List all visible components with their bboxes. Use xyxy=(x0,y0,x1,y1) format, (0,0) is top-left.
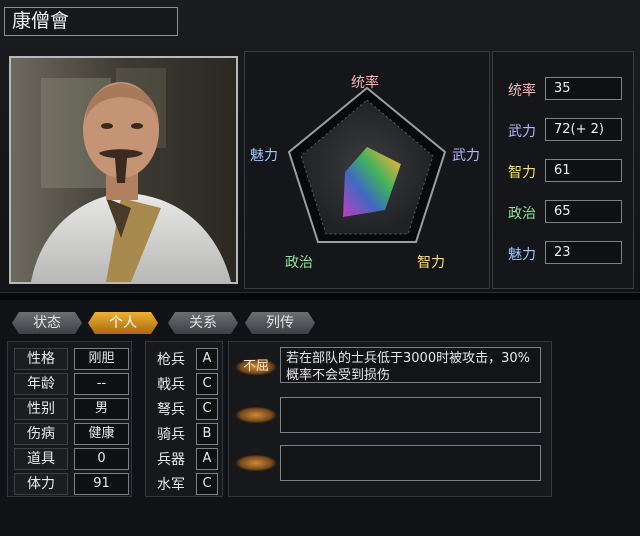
attr-key-items: 道具 xyxy=(14,448,68,470)
radar-label-politics: 政治 xyxy=(285,255,313,271)
stat-row-intelligence: 智力 61 xyxy=(493,159,633,183)
stat-row-war: 武力 72(+ 2) xyxy=(493,118,633,142)
radar-label-intelligence: 智力 xyxy=(417,255,445,271)
general-portrait xyxy=(9,56,238,284)
stat-row-charm: 魅力 23 xyxy=(493,241,633,265)
troop-grade-siege: A xyxy=(196,448,218,470)
attr-key-injury: 伤病 xyxy=(14,423,68,445)
attr-row: 性别 男 xyxy=(14,398,132,420)
skill-description-1: 若在部队的士兵低于3000时被攻击，30%概率不会受到损伤 xyxy=(280,347,541,383)
attr-key-gender: 性别 xyxy=(14,398,68,420)
troop-type-siege: 兵器 xyxy=(157,452,185,468)
stats-panel: 统率 35 武力 72(+ 2) 智力 61 政治 65 魅力 23 xyxy=(492,51,634,289)
stat-value-leadership: 35 xyxy=(545,77,622,100)
troop-grade-cavalry: B xyxy=(196,423,218,445)
general-name: 康僧會 xyxy=(4,7,178,36)
troop-type-navy: 水军 xyxy=(157,477,185,493)
troop-row: 戟兵 C xyxy=(151,373,221,395)
portrait-image xyxy=(11,58,236,282)
attr-row: 体力 91 xyxy=(14,473,132,495)
stat-value-intelligence: 61 xyxy=(545,159,622,182)
skill-badge-1[interactable]: 不屈 xyxy=(236,359,276,375)
attr-value-stamina: 91 xyxy=(74,473,129,495)
tab-biography[interactable]: 列传 xyxy=(245,312,315,334)
troop-type-halberd: 戟兵 xyxy=(157,377,185,393)
radar-label-leadership: 统率 xyxy=(351,75,379,91)
tab-status[interactable]: 状态 xyxy=(12,312,82,334)
troop-type-cavalry: 骑兵 xyxy=(157,427,185,443)
personal-attributes-panel: 性格 刚胆 年龄 -- 性别 男 伤病 健康 道具 0 体力 91 xyxy=(7,341,132,497)
attr-value-gender: 男 xyxy=(74,398,129,420)
skill-description-2 xyxy=(280,397,541,433)
troop-aptitude-panel: 枪兵 A 戟兵 C 弩兵 C 骑兵 B 兵器 A 水军 C xyxy=(145,341,223,497)
stat-label-leadership: 统率 xyxy=(508,83,536,99)
troop-type-crossbow: 弩兵 xyxy=(157,402,185,418)
stat-label-charm: 魅力 xyxy=(508,247,536,263)
skills-panel: 不屈 若在部队的士兵低于3000时被攻击，30%概率不会受到损伤 xyxy=(228,341,552,497)
stat-label-politics: 政治 xyxy=(508,206,536,222)
tab-personal[interactable]: 个人 xyxy=(88,312,158,334)
radar-label-charm: 魅力 xyxy=(250,148,278,164)
radar-label-war: 武力 xyxy=(452,148,480,164)
skill-badge-2[interactable] xyxy=(236,407,276,423)
stat-value-war: 72(+ 2) xyxy=(545,118,622,141)
attr-value-items: 0 xyxy=(74,448,129,470)
attr-key-stamina: 体力 xyxy=(14,473,68,495)
stat-row-leadership: 统率 35 xyxy=(493,77,633,101)
troop-type-spear: 枪兵 xyxy=(157,352,185,368)
attr-row: 年龄 -- xyxy=(14,373,132,395)
attr-key-personality: 性格 xyxy=(14,348,68,370)
stat-value-charm: 23 xyxy=(545,241,622,264)
tab-relations[interactable]: 关系 xyxy=(168,312,238,334)
stat-row-politics: 政治 65 xyxy=(493,200,633,224)
troop-grade-crossbow: C xyxy=(196,398,218,420)
stat-value-politics: 65 xyxy=(545,200,622,223)
troop-grade-halberd: C xyxy=(196,373,218,395)
troop-row: 骑兵 B xyxy=(151,423,221,445)
attr-row: 道具 0 xyxy=(14,448,132,470)
attr-value-personality: 刚胆 xyxy=(74,348,129,370)
troop-grade-spear: A xyxy=(196,348,218,370)
attr-row: 性格 刚胆 xyxy=(14,348,132,370)
attr-value-injury: 健康 xyxy=(74,423,129,445)
skill-badge-3[interactable] xyxy=(236,455,276,471)
troop-row: 兵器 A xyxy=(151,448,221,470)
stat-label-war: 武力 xyxy=(508,124,536,140)
attr-value-age: -- xyxy=(74,373,129,395)
attr-row: 伤病 健康 xyxy=(14,423,132,445)
stat-label-intelligence: 智力 xyxy=(508,165,536,181)
troop-row: 枪兵 A xyxy=(151,348,221,370)
troop-row: 弩兵 C xyxy=(151,398,221,420)
troop-grade-navy: C xyxy=(196,473,218,495)
attribute-radar-chart: 统率 武力 智力 政治 魅力 xyxy=(244,51,490,289)
attr-key-age: 年龄 xyxy=(14,373,68,395)
troop-row: 水军 C xyxy=(151,473,221,495)
skill-description-3 xyxy=(280,445,541,481)
